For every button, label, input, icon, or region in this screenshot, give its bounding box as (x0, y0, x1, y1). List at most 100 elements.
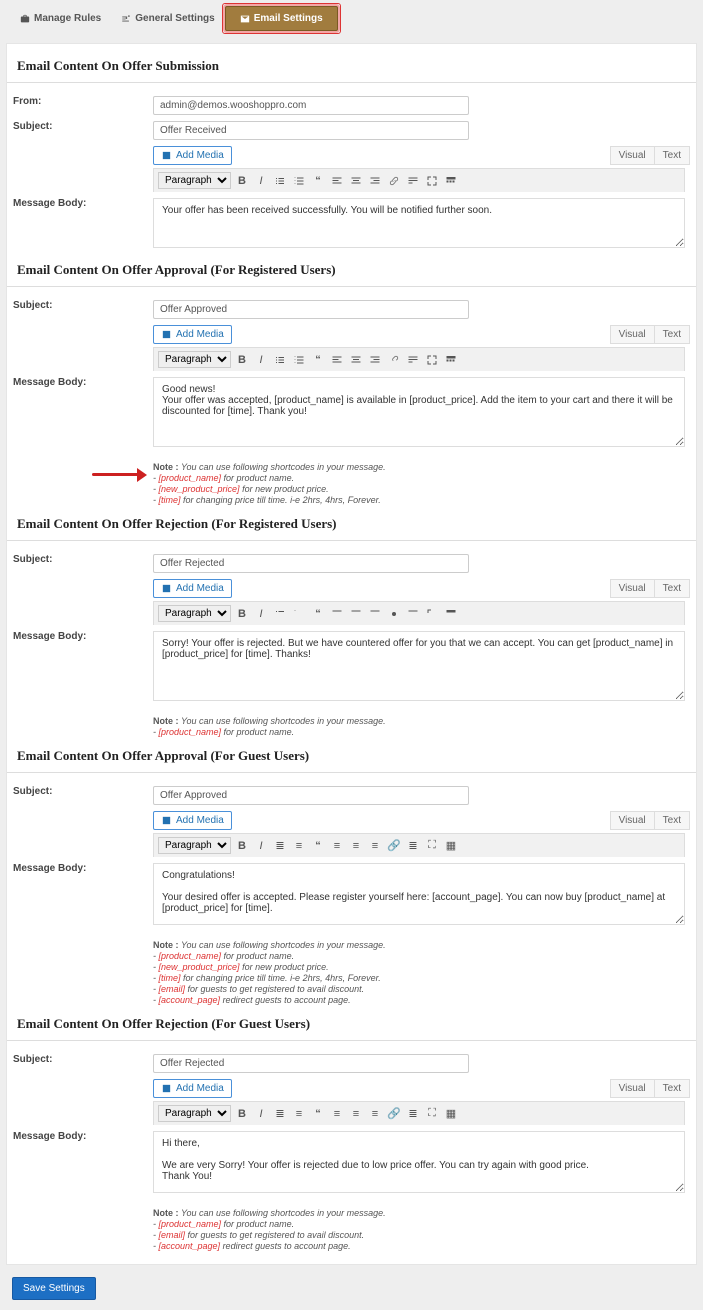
quote-icon[interactable]: “ (310, 352, 326, 368)
toolbar-toggle-icon[interactable] (443, 173, 459, 189)
align-center-icon[interactable]: ≡ (348, 838, 364, 854)
quote-icon[interactable]: “ (310, 606, 326, 622)
align-center-icon[interactable] (348, 606, 364, 622)
number-list-icon[interactable] (291, 173, 307, 189)
text-tab[interactable]: Text (655, 811, 690, 830)
add-media-button[interactable]: Add Media (153, 579, 232, 598)
bold-icon[interactable]: B (234, 352, 250, 368)
text-tab[interactable]: Text (655, 325, 690, 344)
paragraph-select[interactable]: Paragraph (158, 172, 231, 189)
message-body[interactable] (153, 863, 685, 925)
subject-input[interactable] (153, 554, 469, 573)
toolbar-toggle-icon[interactable] (443, 606, 459, 622)
visual-tab[interactable]: Visual (610, 811, 655, 830)
section-title-approval-guest: Email Content On Offer Approval (For Gue… (7, 740, 696, 772)
toolbar-toggle-icon[interactable] (443, 352, 459, 368)
align-right-icon[interactable] (367, 606, 383, 622)
media-icon (161, 150, 172, 161)
add-media-button[interactable]: Add Media (153, 325, 232, 344)
subject-input[interactable] (153, 300, 469, 319)
align-center-icon[interactable] (348, 173, 364, 189)
number-list-icon[interactable]: ≡ (291, 838, 307, 854)
italic-icon[interactable]: I (253, 838, 269, 854)
number-list-icon[interactable] (291, 606, 307, 622)
subject-input[interactable] (153, 121, 469, 140)
bold-icon[interactable]: B (234, 838, 250, 854)
align-left-icon[interactable] (329, 173, 345, 189)
add-media-button[interactable]: Add Media (153, 811, 232, 830)
fullscreen-icon[interactable] (424, 173, 440, 189)
align-right-icon[interactable]: ≡ (367, 838, 383, 854)
insert-more-icon[interactable] (405, 352, 421, 368)
subject-input[interactable] (153, 1054, 469, 1073)
italic-icon[interactable]: I (253, 352, 269, 368)
quote-icon[interactable]: “ (310, 173, 326, 189)
toolbar-toggle-icon[interactable]: ▦ (443, 838, 459, 854)
bold-icon[interactable]: B (234, 1106, 250, 1122)
tab-general-settings[interactable]: General Settings (111, 8, 224, 29)
fullscreen-icon[interactable]: ⛶ (424, 838, 440, 854)
link-icon[interactable] (386, 352, 402, 368)
visual-tab[interactable]: Visual (610, 325, 655, 344)
align-left-icon[interactable]: ≡ (329, 1106, 345, 1122)
italic-icon[interactable]: I (253, 606, 269, 622)
editor-toolbar: Paragraph B I “ (153, 168, 685, 192)
align-left-icon[interactable]: ≡ (329, 838, 345, 854)
align-left-icon[interactable] (329, 352, 345, 368)
from-input[interactable] (153, 96, 469, 115)
align-right-icon[interactable]: ≡ (367, 1106, 383, 1122)
paragraph-select[interactable]: Paragraph (158, 837, 231, 854)
message-body[interactable] (153, 631, 685, 701)
tab-manage-rules[interactable]: Manage Rules (10, 8, 111, 29)
link-icon[interactable] (386, 173, 402, 189)
message-body[interactable] (153, 198, 685, 248)
bold-icon[interactable]: B (234, 606, 250, 622)
bullet-list-icon[interactable]: ≣ (272, 838, 288, 854)
link-icon[interactable]: 🔗 (386, 838, 402, 854)
toolbar-toggle-icon[interactable]: ▦ (443, 1106, 459, 1122)
bullet-list-icon[interactable] (272, 352, 288, 368)
align-center-icon[interactable]: ≡ (348, 1106, 364, 1122)
fullscreen-icon[interactable] (424, 606, 440, 622)
link-icon[interactable]: 🔗 (386, 1106, 402, 1122)
italic-icon[interactable]: I (253, 1106, 269, 1122)
align-right-icon[interactable] (367, 352, 383, 368)
number-list-icon[interactable] (291, 352, 307, 368)
align-center-icon[interactable] (348, 352, 364, 368)
number-list-icon[interactable]: ≡ (291, 1106, 307, 1122)
insert-more-icon[interactable] (405, 173, 421, 189)
quote-icon[interactable]: “ (310, 838, 326, 854)
bullet-list-icon[interactable] (272, 173, 288, 189)
tab-email-settings[interactable]: Email Settings (225, 6, 338, 31)
add-media-button[interactable]: Add Media (153, 1079, 232, 1098)
add-media-button[interactable]: Add Media (153, 146, 232, 165)
message-body[interactable] (153, 1131, 685, 1193)
align-right-icon[interactable] (367, 173, 383, 189)
fullscreen-icon[interactable]: ⛶ (424, 1106, 440, 1122)
visual-tab[interactable]: Visual (610, 579, 655, 598)
align-left-icon[interactable] (329, 606, 345, 622)
paragraph-select[interactable]: Paragraph (158, 351, 231, 368)
save-settings-button[interactable]: Save Settings (12, 1277, 96, 1300)
italic-icon[interactable]: I (253, 173, 269, 189)
bullet-list-icon[interactable] (272, 606, 288, 622)
text-tab[interactable]: Text (655, 146, 690, 165)
paragraph-select[interactable]: Paragraph (158, 1105, 231, 1122)
bold-icon[interactable]: B (234, 173, 250, 189)
shortcode-note: Note : You can use following shortcodes … (153, 1208, 690, 1251)
editor-toolbar: Paragraph BI “ (153, 601, 685, 625)
visual-tab[interactable]: Visual (610, 146, 655, 165)
insert-more-icon[interactable]: ≣ (405, 838, 421, 854)
message-body[interactable] (153, 377, 685, 447)
paragraph-select[interactable]: Paragraph (158, 605, 231, 622)
link-icon[interactable] (386, 606, 402, 622)
quote-icon[interactable]: “ (310, 1106, 326, 1122)
text-tab[interactable]: Text (655, 1079, 690, 1098)
visual-tab[interactable]: Visual (610, 1079, 655, 1098)
insert-more-icon[interactable]: ≣ (405, 1106, 421, 1122)
insert-more-icon[interactable] (405, 606, 421, 622)
fullscreen-icon[interactable] (424, 352, 440, 368)
subject-input[interactable] (153, 786, 469, 805)
text-tab[interactable]: Text (655, 579, 690, 598)
bullet-list-icon[interactable]: ≣ (272, 1106, 288, 1122)
